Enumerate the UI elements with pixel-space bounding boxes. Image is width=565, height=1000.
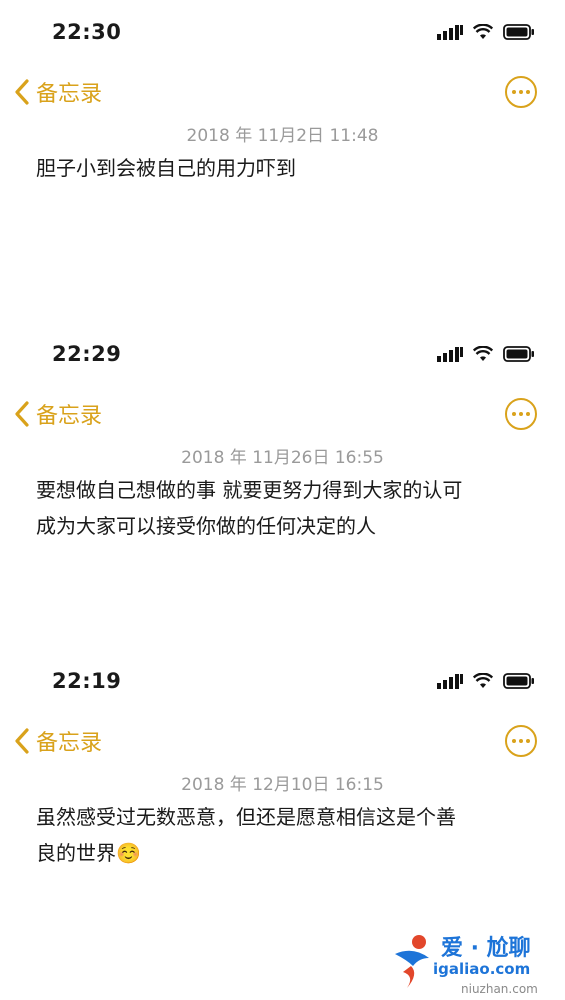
status-time: 22:29 xyxy=(52,342,122,366)
back-chevron-icon xyxy=(15,79,29,105)
back-button[interactable]: 备忘录 xyxy=(14,76,102,108)
watermark-url-secondary: niuzhan.com xyxy=(461,982,538,996)
signal-icon xyxy=(437,347,463,362)
more-options-button[interactable] xyxy=(505,725,537,757)
note-date: 2018 年 12月10日 16:15 xyxy=(181,775,384,795)
signal-icon xyxy=(437,674,463,689)
more-dot xyxy=(526,412,530,416)
note-date: 2018 年 11月2日 11:48 xyxy=(186,126,379,146)
wifi-icon xyxy=(473,24,493,39)
back-button[interactable]: 备忘录 xyxy=(14,725,102,757)
more-options-icon xyxy=(512,90,516,94)
note-line: 要想做自己想做的事 就要更努力得到大家的认可 xyxy=(36,478,463,502)
signal-icon xyxy=(437,25,463,40)
status-time: 22:19 xyxy=(52,669,122,693)
more-dot xyxy=(526,739,530,743)
more-dot xyxy=(526,90,530,94)
battery-icon xyxy=(503,24,534,40)
note-screenshot-2: 22:29 备忘录 2018 年 11月26日 16:55 要想做自己想做的事 … xyxy=(0,322,565,642)
note-line: 胆子小到会被自己的用力吓到 xyxy=(36,156,296,180)
back-chevron-icon xyxy=(15,401,29,427)
watermark-title: 爱 · 尬聊 xyxy=(441,936,531,961)
wifi-icon xyxy=(473,346,493,361)
more-dot xyxy=(519,90,523,94)
watermark: 爱 · 尬聊 igaliao.com niuzhan.com xyxy=(389,928,559,1000)
more-options-button[interactable] xyxy=(505,76,537,108)
note-body[interactable]: 虽然感受过无数恶意，但还是愿意相信这是个善 良的世界☺️ xyxy=(36,799,536,871)
note-body[interactable]: 胆子小到会被自己的用力吓到 xyxy=(36,150,536,186)
more-options-icon xyxy=(512,412,516,416)
battery-icon xyxy=(503,673,534,689)
back-chevron-icon xyxy=(15,728,29,754)
battery-icon xyxy=(503,346,534,362)
back-label: 备忘录 xyxy=(36,82,103,107)
note-body[interactable]: 要想做自己想做的事 就要更努力得到大家的认可 成为大家可以接受你做的任何决定的人 xyxy=(36,472,536,544)
more-options-button[interactable] xyxy=(505,398,537,430)
note-line: 良的世界☺️ xyxy=(36,841,141,865)
note-date: 2018 年 11月26日 16:55 xyxy=(181,448,384,468)
status-icons xyxy=(437,346,535,362)
back-label: 备忘录 xyxy=(36,731,103,756)
status-icons xyxy=(437,673,535,689)
more-options-icon xyxy=(512,739,516,743)
note-line: 虽然感受过无数恶意，但还是愿意相信这是个善 xyxy=(36,805,456,829)
back-button[interactable]: 备忘录 xyxy=(14,398,102,430)
status-time: 22:30 xyxy=(52,20,122,44)
back-label: 备忘录 xyxy=(36,404,103,429)
status-icons xyxy=(437,24,535,40)
watermark-logo-icon xyxy=(395,935,429,988)
note-screenshot-1: 22:30 备忘录 2018 年 11月2日 11:48 胆子小到会被自己的用力… xyxy=(0,0,565,320)
note-line: 成为大家可以接受你做的任何决定的人 xyxy=(36,514,376,538)
wifi-icon xyxy=(473,673,493,688)
more-dot xyxy=(519,412,523,416)
watermark-url: igaliao.com xyxy=(433,960,531,978)
more-dot xyxy=(519,739,523,743)
